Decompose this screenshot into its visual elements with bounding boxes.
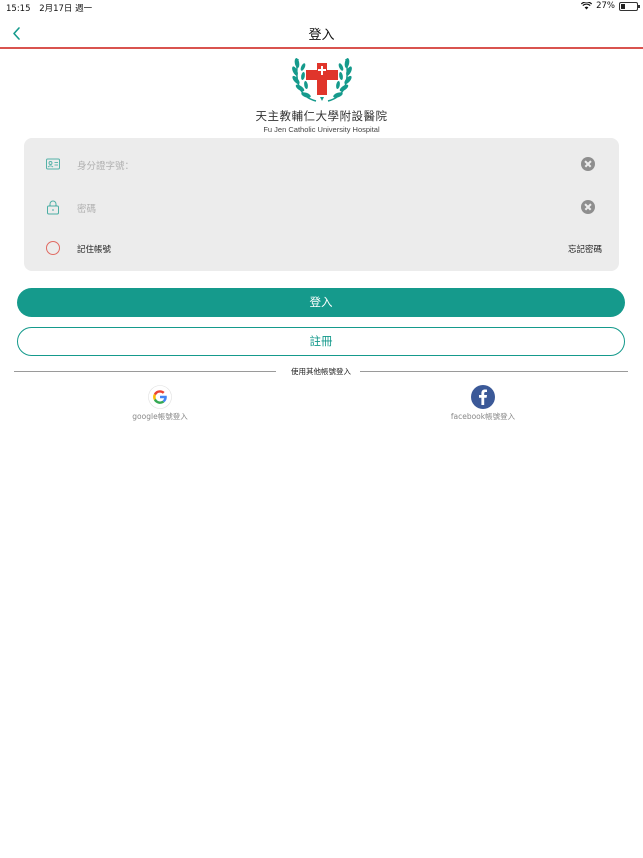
remember-account-label: 記住帳號 bbox=[77, 245, 112, 255]
hospital-logo: 天主教輔仁大學附設醫院 Fu Jen Catholic University H… bbox=[0, 53, 643, 134]
wifi-icon bbox=[581, 2, 593, 10]
id-card-icon bbox=[46, 158, 60, 170]
facebook-login-button[interactable]: facebook帳號登入 bbox=[438, 385, 528, 422]
clear-id-button[interactable] bbox=[581, 157, 595, 171]
password-field[interactable]: 密碼 bbox=[24, 197, 619, 217]
status-date: 2月17日 週一 bbox=[39, 4, 93, 14]
google-icon bbox=[148, 385, 172, 409]
remember-account-checkbox[interactable] bbox=[46, 241, 60, 255]
hospital-name-zh: 天主教輔仁大學附設醫院 bbox=[255, 109, 388, 123]
login-form: 身分證字號： 密碼 記住帳號 忘記密碼 bbox=[24, 138, 619, 271]
status-time: 15:15 bbox=[6, 4, 31, 14]
password-placeholder: 密碼 bbox=[77, 204, 97, 215]
other-login-label: 使用其他帳號登入 bbox=[285, 367, 357, 376]
google-login-button[interactable]: google帳號登入 bbox=[115, 385, 205, 422]
battery-level bbox=[621, 3, 625, 9]
hospital-emblem-icon bbox=[291, 58, 352, 102]
hospital-name-en: Fu Jen Catholic University Hospital bbox=[263, 125, 380, 134]
facebook-icon bbox=[471, 385, 495, 409]
clear-password-button[interactable] bbox=[581, 200, 595, 214]
register-button[interactable]: 註冊 bbox=[17, 327, 625, 356]
other-login-divider: 使用其他帳號登入 bbox=[14, 366, 628, 376]
status-bar: 15:15 2月17日 週一 27% bbox=[0, 0, 643, 14]
google-login-label: google帳號登入 bbox=[132, 412, 188, 421]
forgot-password-link[interactable]: 忘記密碼 bbox=[568, 243, 602, 255]
facebook-login-label: facebook帳號登入 bbox=[450, 412, 516, 421]
nav-bar: 登入 bbox=[0, 16, 643, 49]
battery-icon bbox=[619, 1, 640, 11]
battery-percent: 27% bbox=[596, 1, 615, 11]
id-number-placeholder: 身分證字號： bbox=[77, 161, 135, 172]
remember-row: 記住帳號 忘記密碼 bbox=[24, 239, 619, 259]
login-button[interactable]: 登入 bbox=[17, 288, 625, 317]
id-number-field[interactable]: 身分證字號： bbox=[24, 154, 619, 174]
page-title: 登入 bbox=[308, 28, 335, 43]
lock-icon bbox=[47, 200, 59, 215]
